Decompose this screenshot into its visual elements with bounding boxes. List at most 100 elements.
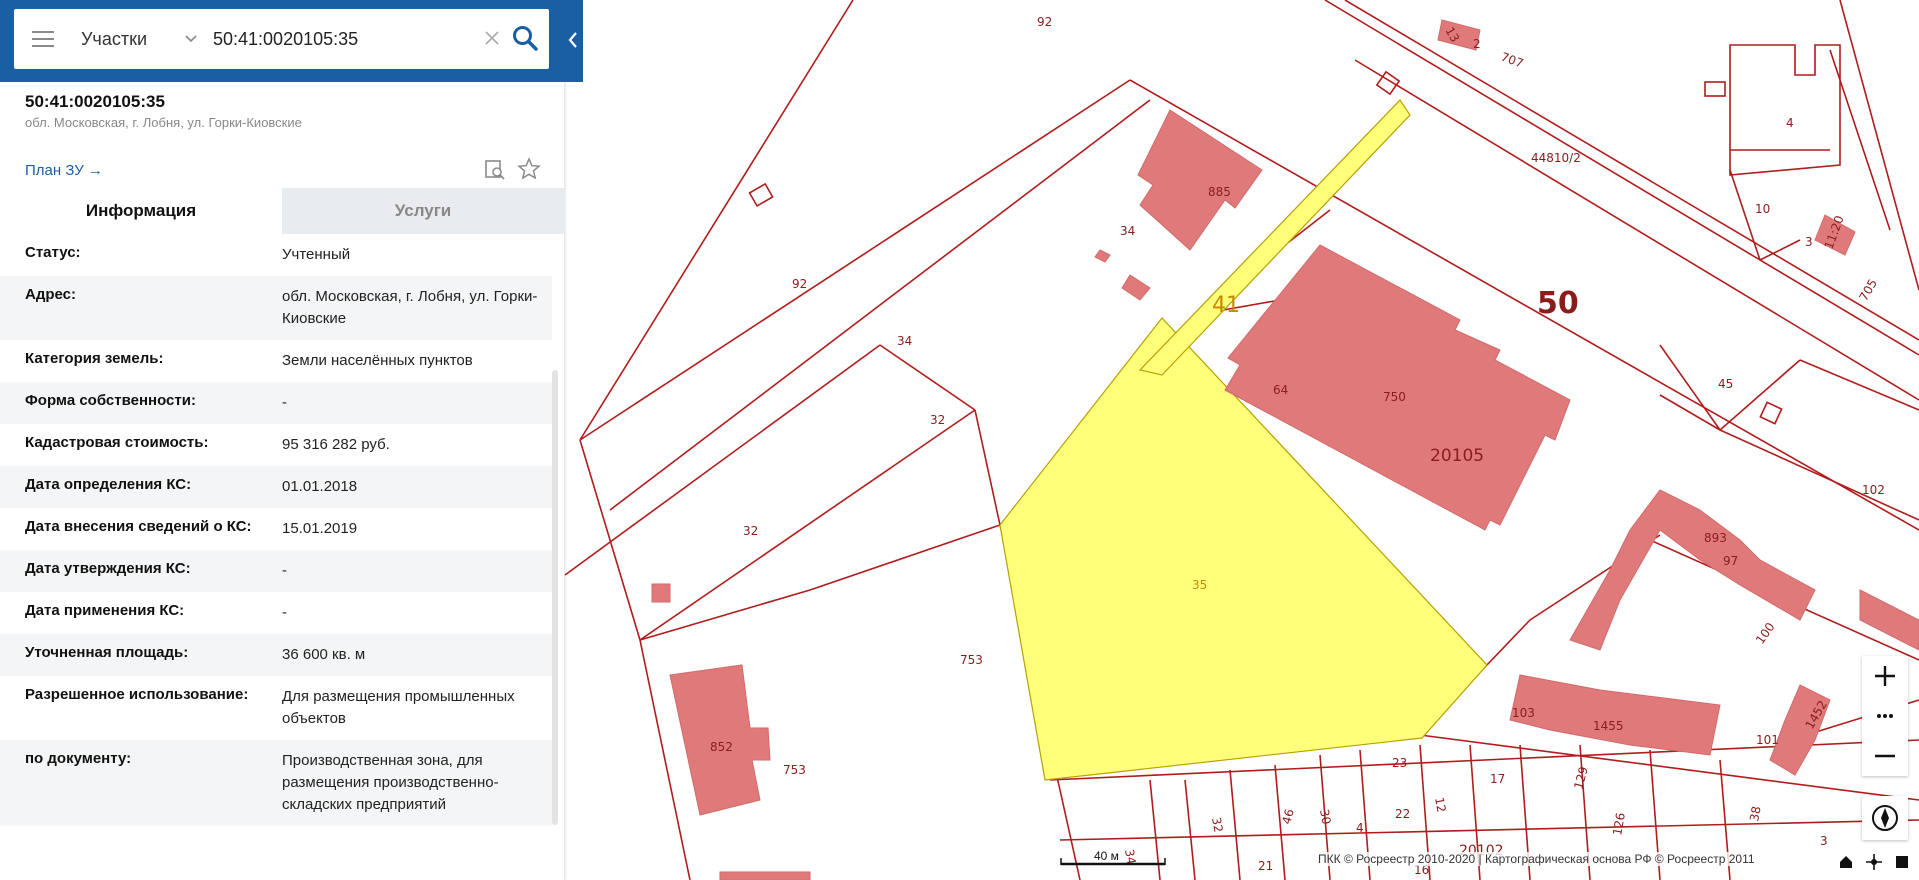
close-icon[interactable] [483, 29, 501, 47]
attribute-row: по документу: Производственная зона, для … [0, 740, 552, 826]
attribute-key: Адрес: [25, 286, 76, 303]
map-label: 4 [1786, 116, 1794, 130]
star-icon[interactable] [517, 157, 541, 181]
map-label: 103 [1512, 706, 1535, 720]
parcel-boundary [1799, 359, 1919, 411]
info-panel: Участки 50:41:0020105:35 обл. Московская… [0, 0, 583, 880]
map-label: 707 [1499, 50, 1525, 71]
parcel-boundary [1059, 789, 1081, 880]
attribute-key: Категория земель: [25, 350, 164, 367]
parcel-boundary [879, 344, 976, 411]
map-label: 12 [1432, 796, 1448, 813]
map-label: 64 [1273, 383, 1288, 397]
map-label: 46 [1279, 807, 1296, 825]
search-icon[interactable] [510, 23, 540, 53]
tab-services[interactable]: Услуги [282, 188, 564, 234]
chevron-down-icon[interactable] [181, 29, 201, 49]
attribute-key: Разрешенное использование: [25, 686, 249, 703]
attribute-row: Уточненная площадь: 36 600 кв. м [0, 634, 552, 676]
parcel-boundary [1719, 429, 1919, 521]
zoom-in-button[interactable] [1862, 656, 1908, 696]
parcel-boundary [579, 0, 854, 441]
attribute-key: Дата утверждения КС: [25, 560, 191, 577]
map-label: 753 [783, 763, 806, 777]
map-label: 32 [743, 524, 758, 538]
locate-icon[interactable] [1866, 854, 1882, 870]
map-label: 20105 [1430, 446, 1484, 466]
chevron-left-icon [568, 32, 577, 48]
attribute-value: - [282, 604, 287, 621]
attribute-value: обл. Московская, г. Лобня, ул. Горки-Кио… [282, 288, 538, 327]
map-label: 22 [1395, 807, 1410, 821]
attribute-row: Адрес: обл. Московская, г. Лобня, ул. Гор… [0, 276, 552, 340]
home-icon[interactable] [1840, 856, 1852, 868]
parcel-number: 50:41:0020105:35 [25, 92, 165, 111]
map-label: 101 [1756, 733, 1779, 747]
building-edge [719, 871, 811, 880]
more-options-icon[interactable] [1862, 696, 1908, 736]
map-label: 38 [1747, 805, 1763, 822]
search-type-select[interactable]: Участки [81, 29, 147, 50]
attribute-value: 36 600 кв. м [282, 646, 366, 663]
map-label: 21 [1258, 859, 1273, 873]
map-label: 2 [1473, 37, 1481, 51]
attribute-key: Дата внесения сведений о КС: [25, 518, 252, 535]
parcel-boundary [564, 344, 881, 576]
road-line [1344, 0, 1919, 341]
menu-icon[interactable] [32, 31, 54, 47]
panel-scrollbar[interactable] [552, 370, 558, 825]
attribute-row: Дата применения КС: - [0, 592, 552, 634]
parcel-boundary [1229, 769, 1241, 880]
zoom-controls [1862, 656, 1908, 776]
compass-button[interactable] [1862, 796, 1908, 840]
map-label: 45 [1718, 377, 1733, 391]
parcel-boundary [974, 409, 1001, 526]
map-label: 10 [1755, 202, 1770, 216]
collapse-panel-button[interactable] [564, 0, 583, 82]
bottom-tools [1840, 854, 1908, 870]
copyright-text: ПКК © Росреестр 2010-2020 | Картографиче… [1318, 852, 1755, 866]
attribute-row: Дата внесения сведений о КС: 15.01.2019 [0, 508, 552, 550]
map-label: 41 [1212, 293, 1240, 318]
map-label: 753 [960, 653, 983, 667]
building-885 [1137, 109, 1263, 251]
plan-link[interactable]: План ЗУ → [25, 162, 103, 179]
map-label: 30 [1317, 808, 1333, 825]
map-label: 750 [1383, 390, 1406, 404]
map-label: 3 [1820, 834, 1828, 848]
map-label: 32 [930, 413, 945, 427]
map-label: 34 [897, 334, 912, 348]
search-box: Участки [14, 9, 549, 69]
map-label: 129 [1571, 765, 1590, 791]
attribute-key: Статус: [25, 244, 81, 261]
small-parcel [1759, 401, 1783, 425]
layers-icon[interactable] [1896, 856, 1908, 868]
parcel-outline [1729, 44, 1841, 176]
map-label: 102 [1862, 483, 1885, 497]
attribute-value: - [282, 394, 287, 411]
attribute-key: Форма собственности: [25, 392, 196, 409]
tab-info[interactable]: Информация [0, 188, 282, 234]
map-label: 97 [1723, 554, 1738, 568]
attribute-row: Категория земель: Земли населённых пункто… [0, 340, 552, 382]
parcel-boundary [639, 409, 976, 641]
attribute-value: - [282, 562, 287, 579]
map-label: 92 [1037, 15, 1052, 29]
parcel-boundary [579, 79, 1131, 441]
map-label: 50 [1537, 286, 1579, 321]
parcel-boundary [1829, 49, 1891, 231]
parcel-boundary [1839, 0, 1919, 291]
attribute-value: 01.01.2018 [282, 478, 358, 495]
attribute-value: Производственная зона, для размещения пр… [282, 752, 499, 813]
attribute-row: Статус: Учтенный [0, 234, 552, 276]
map-label: 893 [1704, 531, 1727, 545]
map-label: 44810/2 [1531, 151, 1581, 165]
document-search-icon[interactable] [484, 159, 506, 181]
building-edge [1859, 589, 1919, 651]
map-label: 852 [710, 740, 733, 754]
panel-tabs: Информация Услуги [0, 188, 564, 234]
map-label: 34 [1120, 224, 1135, 238]
search-input[interactable] [211, 23, 485, 55]
attribute-row: Дата утверждения КС: - [0, 550, 552, 592]
zoom-out-button[interactable] [1862, 736, 1908, 776]
